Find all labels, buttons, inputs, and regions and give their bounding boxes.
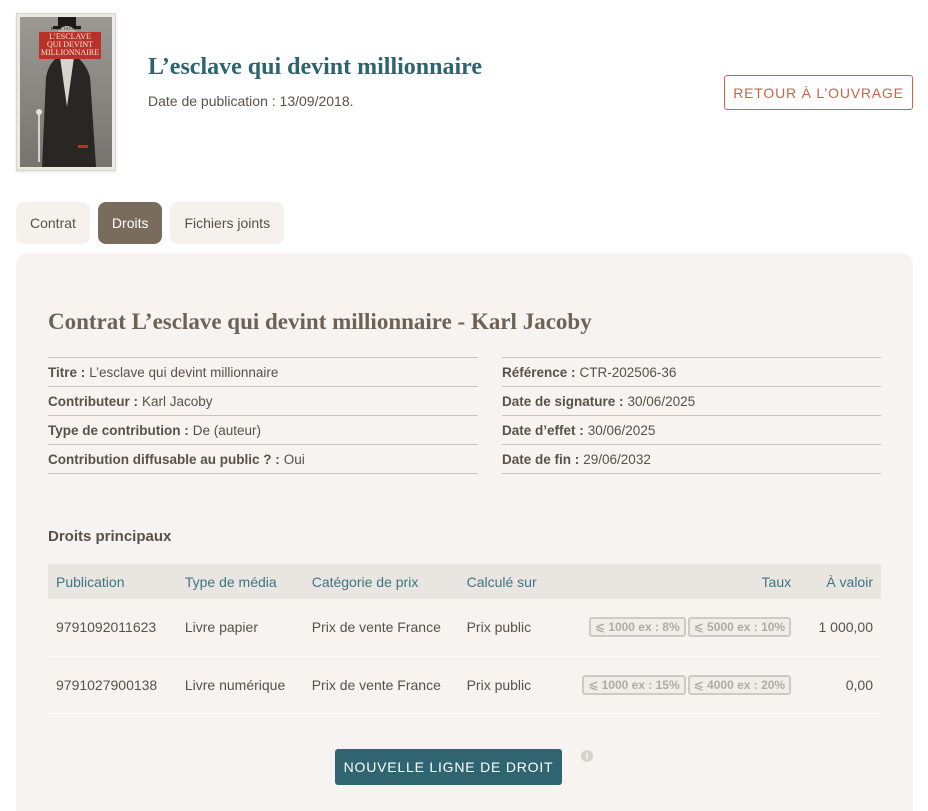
cell-calculated-on: Prix public: [466, 676, 532, 693]
column-header-media-type[interactable]: Type de média: [177, 564, 304, 599]
meta-key: Type de contribution :: [48, 422, 189, 438]
rights-table: Publication Type de média Catégorie de p…: [48, 564, 881, 714]
info-icon[interactable]: i: [581, 750, 593, 762]
meta-value: CTR-202506-36: [579, 364, 677, 380]
meta-row-date-signature: Date de signature : 30/06/2025: [502, 387, 881, 416]
meta-key: Date de signature :: [502, 393, 624, 409]
cell-publication: 9791092011623: [56, 619, 157, 636]
meta-value: Oui: [283, 451, 305, 467]
column-header-rate[interactable]: Taux: [574, 564, 799, 599]
rate-badge: ⩽ 1000 ex : 15%: [582, 674, 686, 695]
tab-contrat[interactable]: Contrat: [16, 202, 90, 244]
tab-fichiers-joints[interactable]: Fichiers joints: [170, 202, 285, 244]
rate-badge: ⩽ 5000 ex : 10%: [687, 617, 792, 638]
contract-panel: Contrat L’esclave qui devint millionnair…: [16, 253, 913, 811]
meta-value: 30/06/2025: [587, 422, 656, 438]
contract-title: Contrat L’esclave qui devint millionnair…: [48, 309, 592, 334]
book-cover-image: KARL JACOBY L’ESCLAVE QUI DEVINT MILLION…: [16, 13, 116, 171]
book-title: L’esclave qui devint millionnaire: [148, 54, 483, 80]
meta-row-date-effet: Date d’effet : 30/06/2025: [502, 416, 881, 445]
contract-meta-right: Référence : CTR-202506-36 Date de signat…: [502, 357, 881, 474]
back-to-book-button[interactable]: RETOUR À L’OUVRAGE: [724, 75, 913, 110]
cell-rates: ⩽ 1000 ex : 15% ⩽ 4000 ex : 20%: [574, 656, 799, 713]
column-header-price-category[interactable]: Catégorie de prix: [304, 564, 459, 599]
meta-value: 29/06/2032: [583, 451, 651, 467]
column-header-advance[interactable]: À valoir: [799, 564, 881, 599]
rate-badge: ⩽ 1000 ex : 8%: [588, 617, 686, 638]
meta-key: Référence :: [502, 364, 576, 380]
cell-advance: 0,00: [845, 676, 873, 693]
tab-droits[interactable]: Droits: [97, 202, 163, 244]
meta-value: 30/06/2025: [627, 393, 696, 409]
cell-rates: ⩽ 1000 ex : 8% ⩽ 5000 ex : 10%: [574, 599, 799, 656]
meta-row-type-contribution: Type de contribution : De (auteur): [48, 416, 478, 445]
rights-section-title: Droits principaux: [48, 528, 172, 545]
meta-key: Date de fin :: [502, 451, 580, 467]
meta-row-date-fin: Date de fin : 29/06/2032: [502, 445, 881, 474]
cover-title-line3: MILLIONNAIRE: [40, 48, 100, 57]
meta-key: Contributeur :: [48, 393, 138, 409]
meta-value: L’esclave qui devint millionnaire: [89, 364, 279, 380]
cell-media-type: Livre numérique: [184, 676, 286, 693]
meta-row-reference: Référence : CTR-202506-36: [502, 358, 881, 387]
tab-bar: Contrat Droits Fichiers joints: [16, 202, 285, 244]
meta-row-diffusable: Contribution diffusable au public ? : Ou…: [48, 445, 478, 474]
cell-advance: 1 000,00: [818, 619, 874, 636]
meta-row-contributeur: Contributeur : Karl Jacoby: [48, 387, 478, 416]
publication-date: Date de publication : 13/09/2018.: [148, 93, 354, 109]
cover-author: KARL JACOBY: [50, 26, 82, 31]
cell-price-category: Prix de vente France: [311, 676, 441, 693]
cell-price-category: Prix de vente France: [311, 619, 441, 636]
meta-value: Karl Jacoby: [142, 393, 213, 409]
meta-value: De (auteur): [192, 422, 262, 438]
meta-key: Date d’effet :: [502, 422, 584, 438]
table-header-row: Publication Type de média Catégorie de p…: [48, 564, 881, 599]
table-row[interactable]: 9791092011623 Livre papier Prix de vente…: [48, 599, 881, 656]
meta-key: Contribution diffusable au public ? :: [48, 451, 280, 467]
meta-key: Titre :: [48, 364, 86, 380]
rate-badge: ⩽ 4000 ex : 20%: [687, 674, 792, 695]
meta-row-titre: Titre : L’esclave qui devint millionnair…: [48, 358, 478, 387]
column-header-calculated-on[interactable]: Calculé sur: [459, 564, 575, 599]
cell-calculated-on: Prix public: [466, 619, 532, 636]
cover-title: L’ESCLAVE QUI DEVINT MILLIONNAIRE: [39, 32, 101, 59]
column-header-publication[interactable]: Publication: [48, 564, 177, 599]
table-row[interactable]: 9791027900138 Livre numérique Prix de ve…: [48, 656, 881, 713]
cell-media-type: Livre papier: [184, 619, 258, 636]
cell-publication: 9791027900138: [56, 676, 158, 693]
new-right-line-button[interactable]: NOUVELLE LIGNE DE DROIT: [335, 749, 562, 785]
contract-meta-left: Titre : L’esclave qui devint millionnair…: [48, 357, 478, 474]
